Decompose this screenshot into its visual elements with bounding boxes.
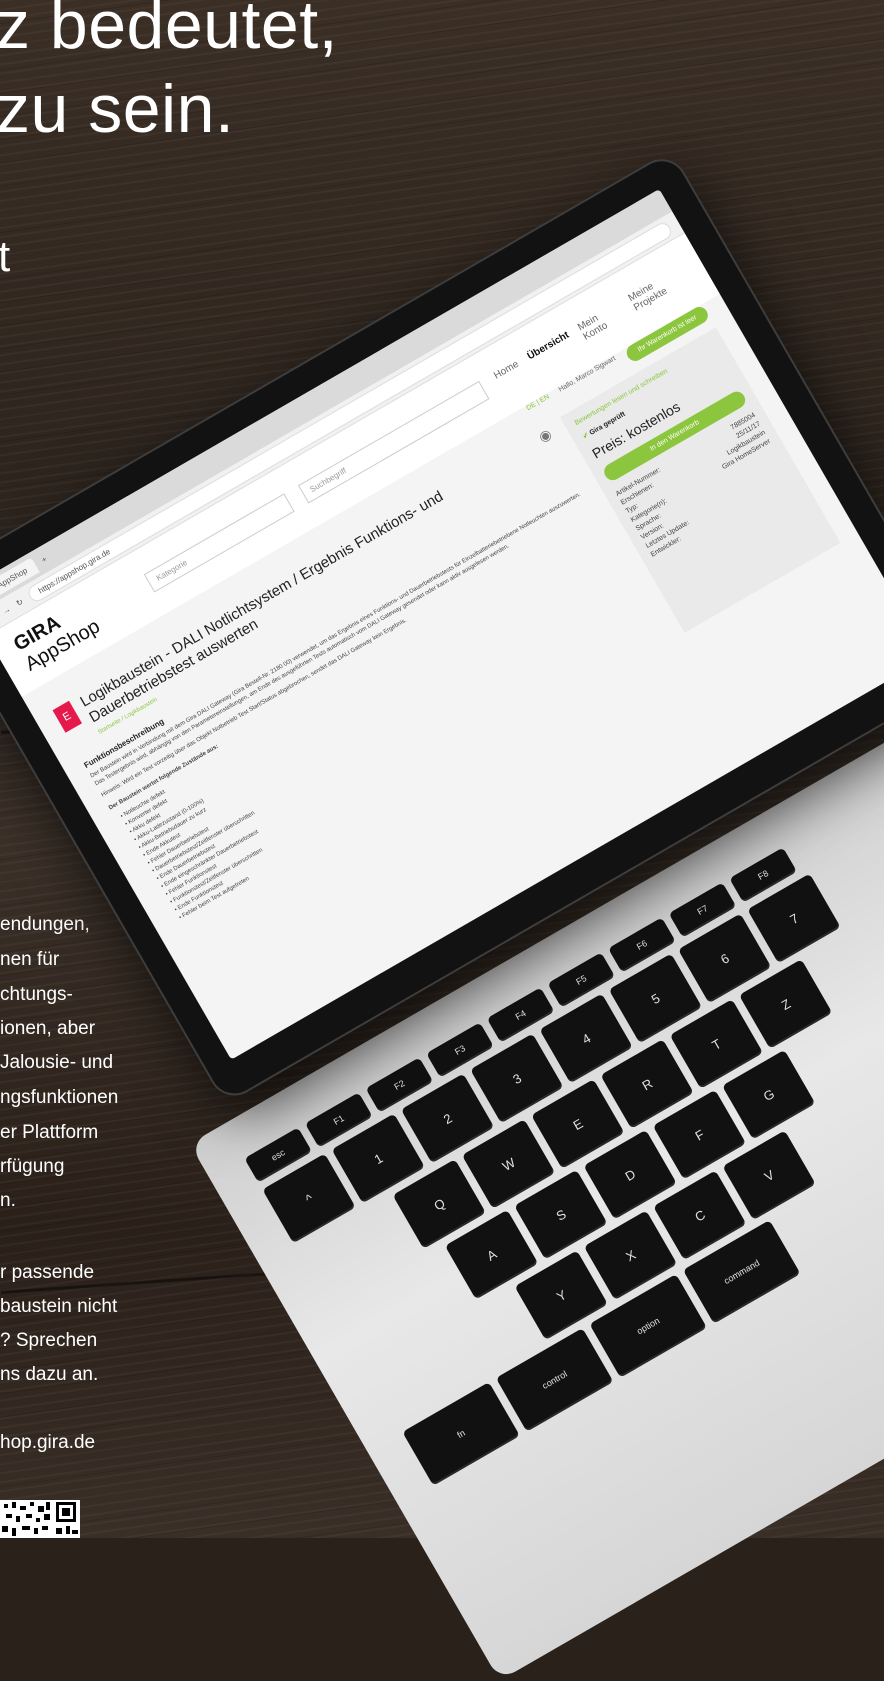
nav-account[interactable]: Mein Konto: [576, 301, 627, 343]
body-line: n.: [0, 1190, 16, 1211]
qr-code: [0, 1500, 80, 1538]
body-line: er Plattform: [0, 1122, 99, 1143]
forward-icon[interactable]: →: [0, 604, 11, 616]
body-line: ionen, aber: [0, 1018, 96, 1039]
nav-home[interactable]: Home: [492, 359, 526, 391]
nav-projects[interactable]: Meine Projekte: [627, 264, 691, 314]
laptop: esc F1 F2 F3 F4 F5 F6 F7 F8 ^ 1 2 3 4 5 6 7 Q W E R T Z A S D F G Y X…: [0, 149, 884, 1681]
body-line: ngsfunktionen: [0, 1087, 119, 1108]
shop-url: hop.gira.de: [0, 1432, 96, 1453]
body-line: baustein nicht: [0, 1296, 118, 1317]
body-line: Jalousie- und: [0, 1052, 114, 1073]
body-line: endungen,: [0, 914, 90, 935]
meta-value: [778, 455, 782, 461]
nav-overview[interactable]: Übersicht: [526, 330, 577, 372]
meta-value: [783, 464, 787, 470]
reload-icon[interactable]: ↻: [14, 597, 24, 608]
meta-value: [773, 447, 777, 453]
eye-icon[interactable]: ◉: [536, 425, 555, 446]
keyboard-key[interactable]: option: [589, 1274, 707, 1378]
product-icon: E: [52, 700, 82, 733]
keyboard-key[interactable]: fn: [402, 1382, 520, 1486]
meta-value: [788, 473, 792, 479]
keyboard-key[interactable]: control: [495, 1328, 614, 1432]
body-line: nen für: [0, 949, 60, 970]
body-line: chtungs-: [0, 984, 73, 1005]
body-line: r passende: [0, 1262, 95, 1283]
body-line: ? Sprechen: [0, 1330, 98, 1351]
subheadline-fragment: t: [0, 232, 11, 281]
headline-line-1: z bedeutet,: [0, 0, 338, 63]
body-line: ns dazu an.: [0, 1364, 99, 1385]
body-line: rfügung: [0, 1156, 65, 1177]
headline-line-2: zu sein.: [0, 71, 235, 147]
new-tab-icon[interactable]: +: [40, 554, 49, 564]
